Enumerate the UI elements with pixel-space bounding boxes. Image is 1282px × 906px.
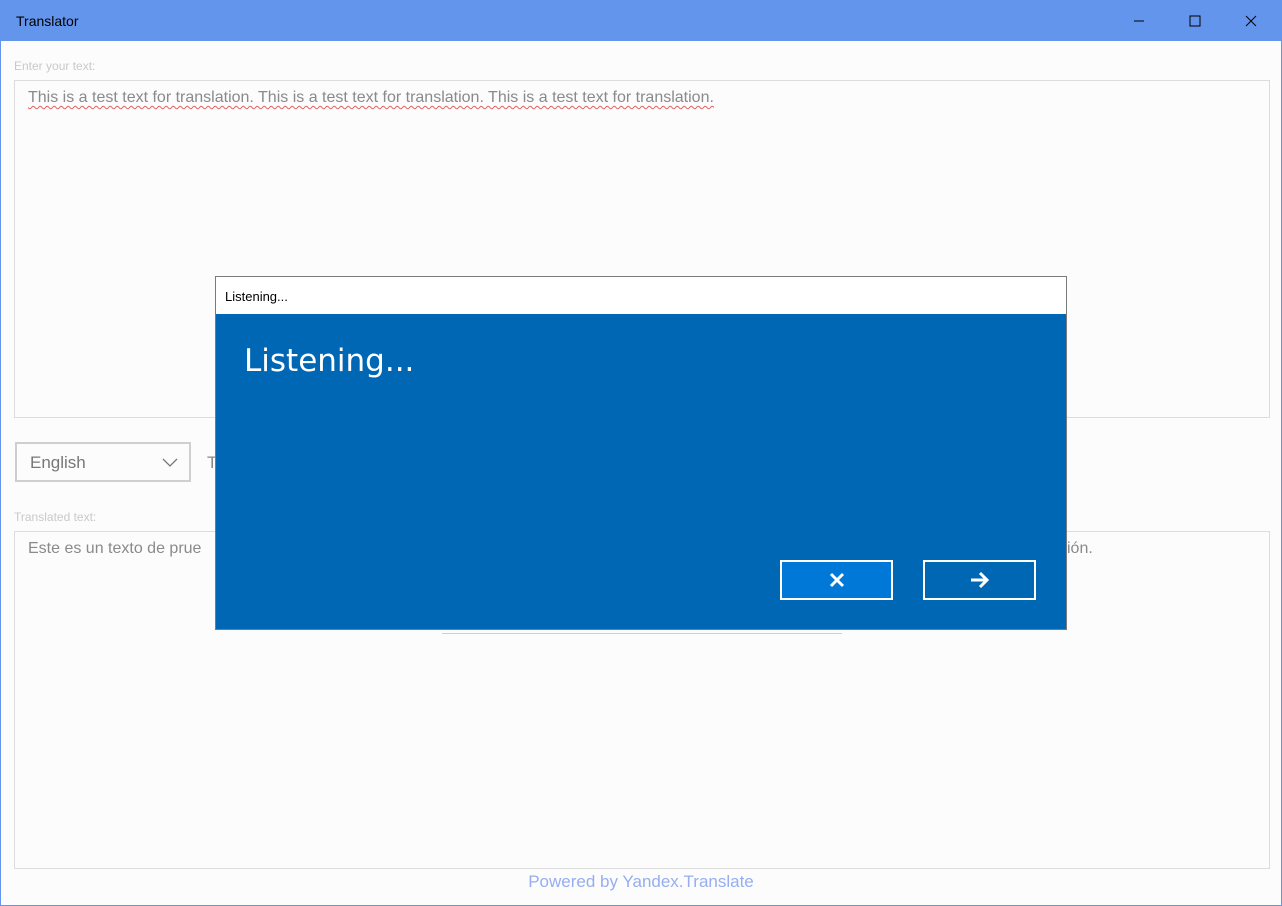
dialog-heading: Listening... [244,343,415,379]
minimize-icon [1134,20,1144,22]
arrow-right-icon [970,571,989,589]
listening-dialog: Listening... Listening... [215,276,1067,630]
dialog-title-bar[interactable]: Listening... [216,277,1066,314]
title-bar[interactable]: Translator [1,1,1281,41]
continue-button[interactable] [923,560,1036,600]
output-label: Translated text: [14,510,97,524]
chevron-down-icon [162,458,178,467]
source-language-value: English [30,453,86,472]
translated-text-right: ión. [1067,540,1093,557]
window-title: Translator [16,13,79,29]
maximize-button[interactable] [1167,1,1223,41]
source-text-value: This is a test text for translation. Thi… [28,89,714,106]
input-label: Enter your text: [14,59,96,73]
translated-text-left: Este es un texto de prue [28,540,202,557]
minimize-button[interactable] [1111,1,1167,41]
cancel-button[interactable] [780,560,893,600]
powered-by-link[interactable]: Powered by Yandex.Translate [1,872,1281,892]
close-icon [1245,15,1257,27]
dialog-title: Listening... [225,289,288,304]
source-language-select[interactable]: English [15,442,191,482]
close-button[interactable] [1223,1,1279,41]
maximize-icon [1189,15,1201,27]
close-icon [829,572,844,588]
